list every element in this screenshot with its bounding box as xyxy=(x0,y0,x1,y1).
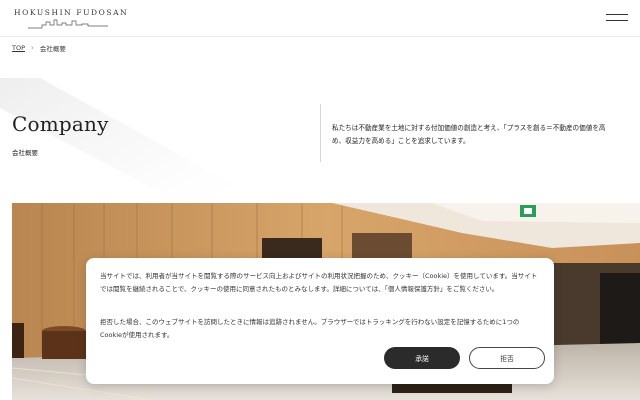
cookie-consent-banner: 当サイトでは、利用者が当サイトを閲覧する際のサービス向上およびサイトの利用状況把… xyxy=(86,258,554,384)
breadcrumb: TOP › 会社概要 xyxy=(12,43,66,53)
reject-button[interactable]: 拒否 xyxy=(469,347,545,369)
page-title: Company xyxy=(12,112,109,136)
intro-line-2: め、収益力を高める」ことを追求しています。 xyxy=(332,137,470,145)
skyline-icon xyxy=(28,19,108,29)
intro-line-1: 私たちは不動産業を土地に対する付加価値の創造と考え、「プラスを創る＝不動産の価値… xyxy=(332,124,606,132)
cookie-reject-info-text: 拒否した場合、このウェブサイトを訪問したときに情報は追跡されません。ブラウザーで… xyxy=(100,318,520,339)
accept-button[interactable]: 承諾 xyxy=(384,347,460,369)
site-header: HOKUSHIN FUDOSAN xyxy=(0,0,640,37)
menu-line-bottom xyxy=(606,20,628,21)
vertical-divider xyxy=(320,104,321,162)
breadcrumb-current: 会社概要 xyxy=(39,45,66,53)
decorative-light-band xyxy=(0,78,240,208)
menu-line-top xyxy=(606,14,628,15)
intro-text: 私たちは不動産業を土地に対する付加価値の創造と考え、「プラスを創る＝不動産の価値… xyxy=(332,122,628,148)
chevron-right-icon: › xyxy=(31,44,34,52)
breadcrumb-top-link[interactable]: TOP xyxy=(12,44,25,52)
hamburger-icon[interactable] xyxy=(606,12,628,24)
logo-text: HOKUSHIN FUDOSAN xyxy=(14,8,129,17)
cookie-policy-text: 当サイトでは、利用者が当サイトを閲覧する際のサービス向上およびサイトの利用状況把… xyxy=(100,272,538,293)
page-subtitle: 会社概要 xyxy=(12,149,38,157)
site-logo[interactable]: HOKUSHIN FUDOSAN xyxy=(14,8,127,29)
